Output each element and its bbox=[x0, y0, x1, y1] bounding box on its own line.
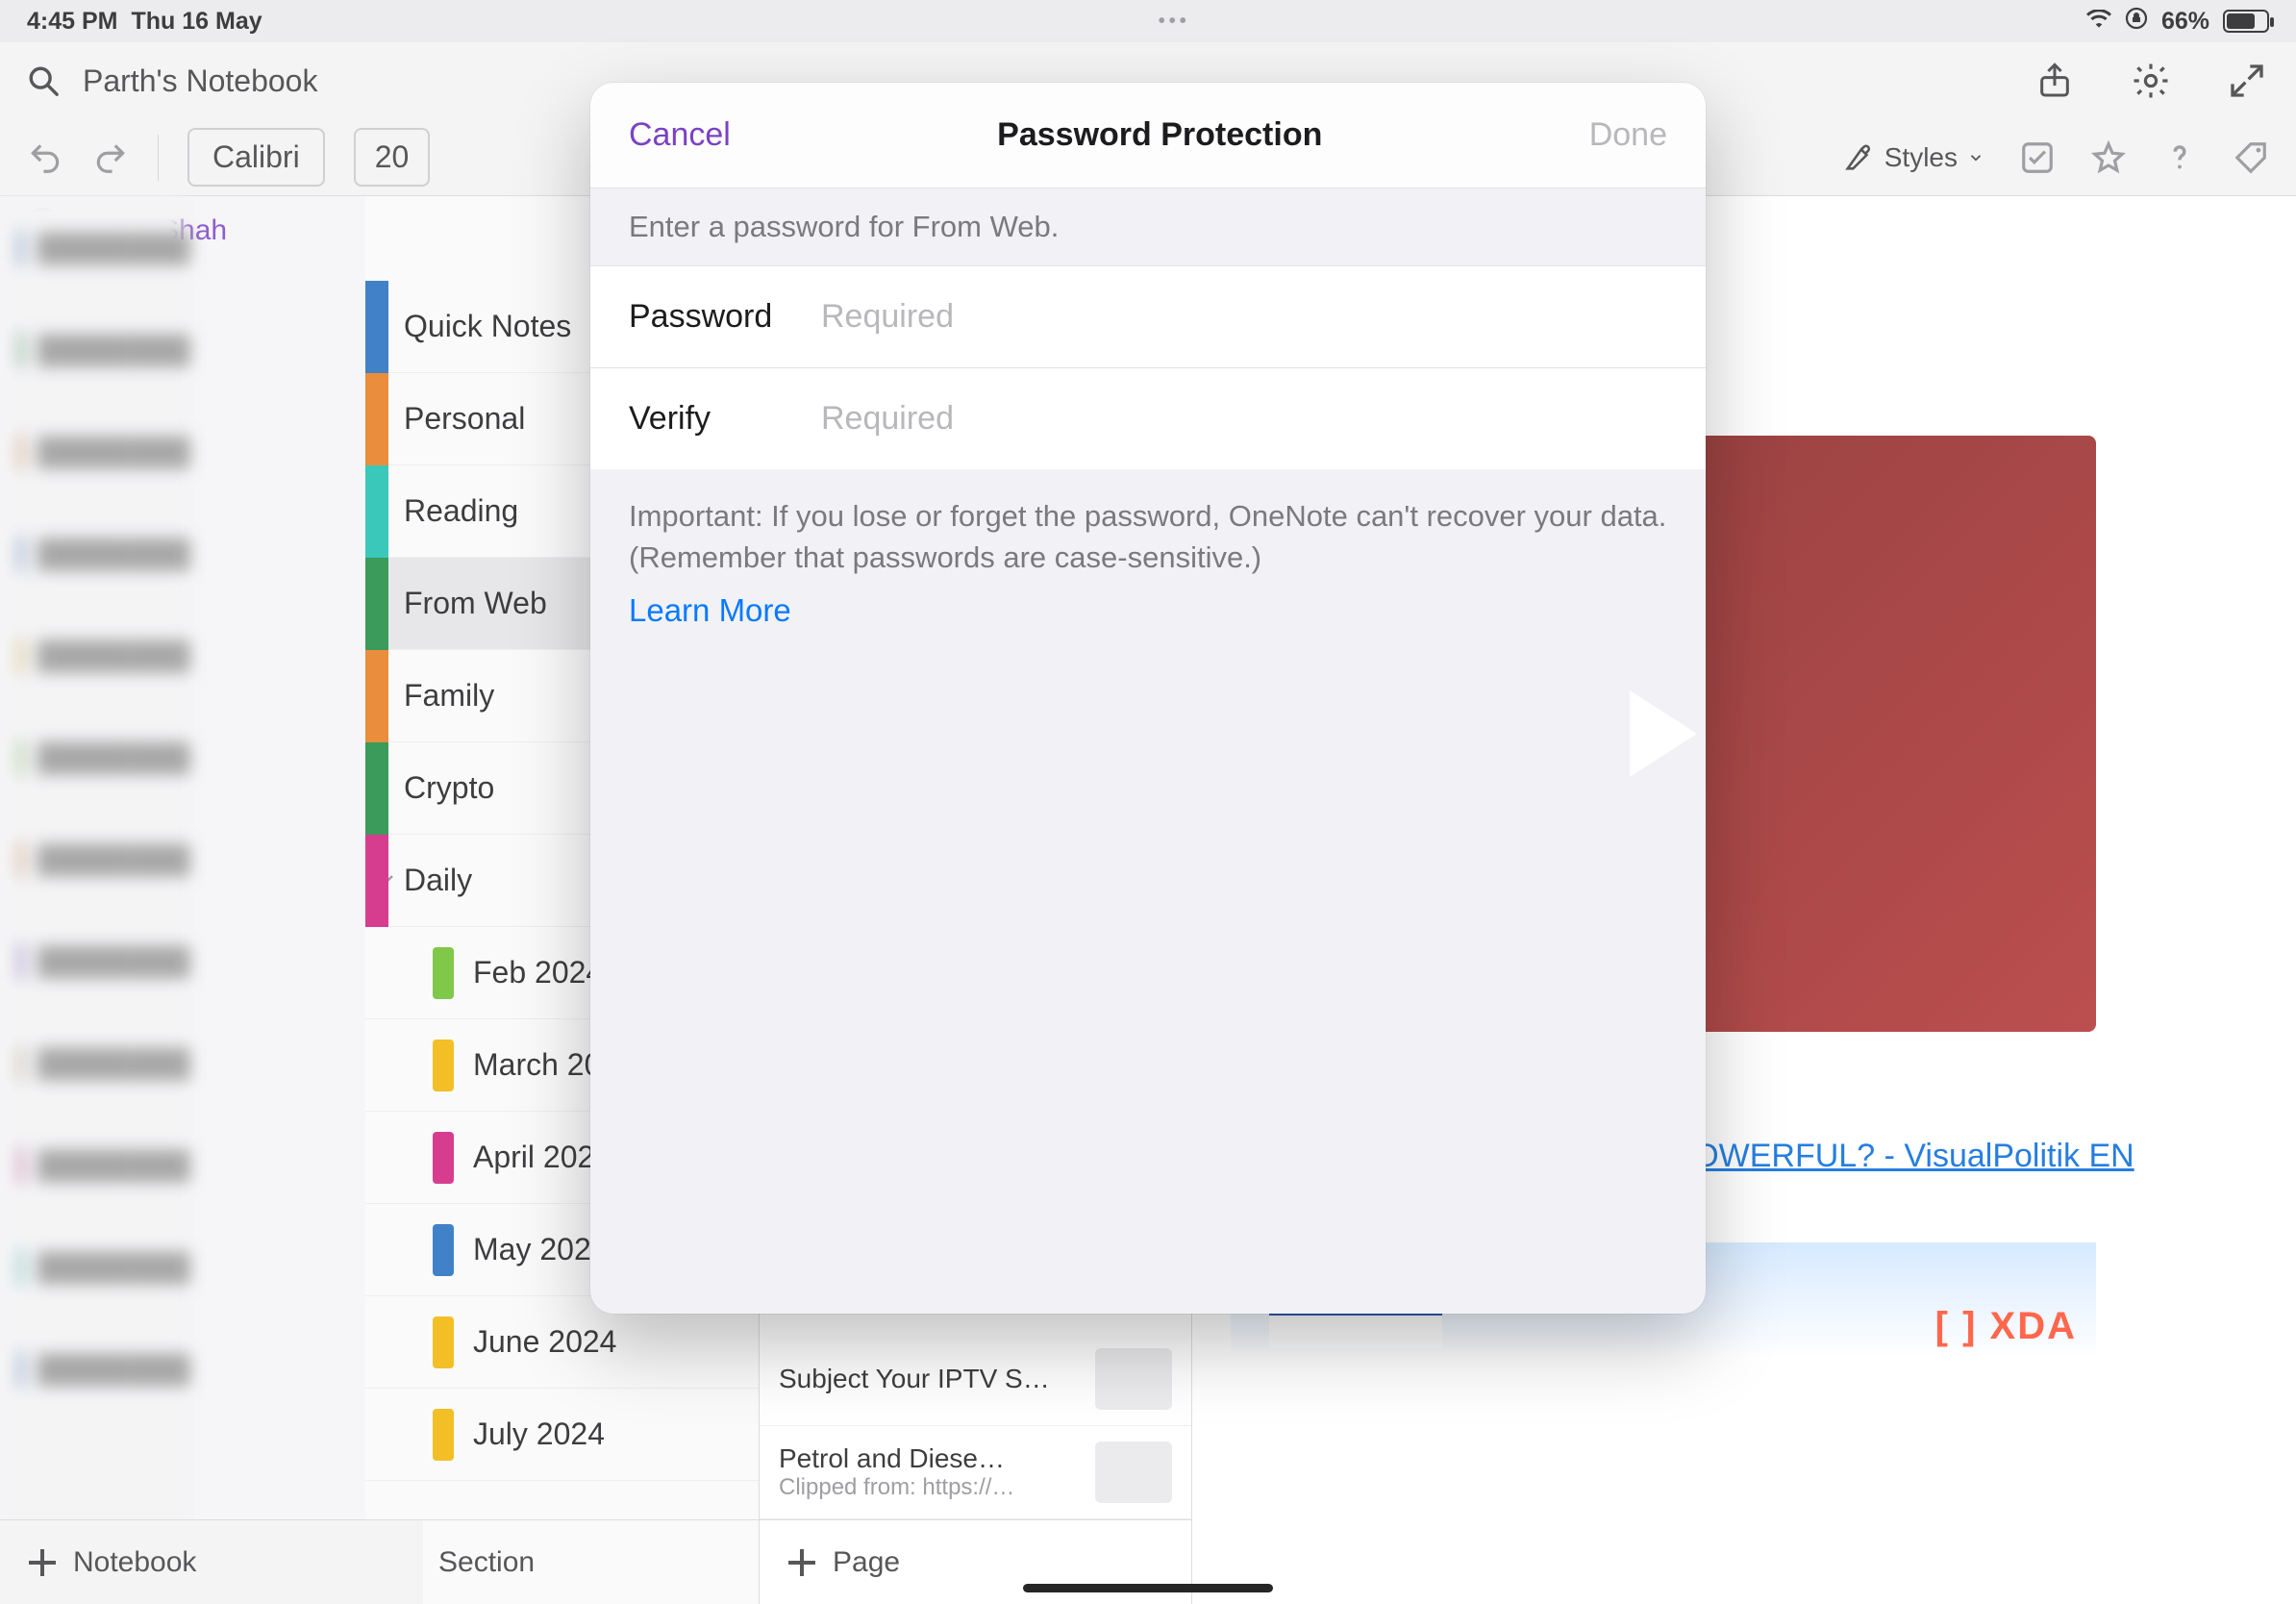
done-button[interactable]: Done bbox=[1589, 116, 1667, 154]
learn-more-link[interactable]: Learn More bbox=[590, 579, 1706, 642]
password-field-row: Password bbox=[590, 265, 1706, 367]
password-label: Password bbox=[629, 298, 792, 336]
verify-input[interactable] bbox=[821, 400, 1667, 438]
password-input[interactable] bbox=[821, 298, 1667, 336]
verify-label: Verify bbox=[629, 400, 792, 438]
cancel-button[interactable]: Cancel bbox=[629, 116, 731, 154]
password-protection-modal: Cancel Password Protection Done Enter a … bbox=[590, 83, 1706, 1314]
modal-important-text: Important: If you lose or forget the pas… bbox=[590, 469, 1706, 579]
modal-title: Password Protection bbox=[997, 116, 1322, 154]
modal-caption: Enter a password for From Web. bbox=[590, 188, 1706, 265]
verify-field-row: Verify bbox=[590, 367, 1706, 469]
